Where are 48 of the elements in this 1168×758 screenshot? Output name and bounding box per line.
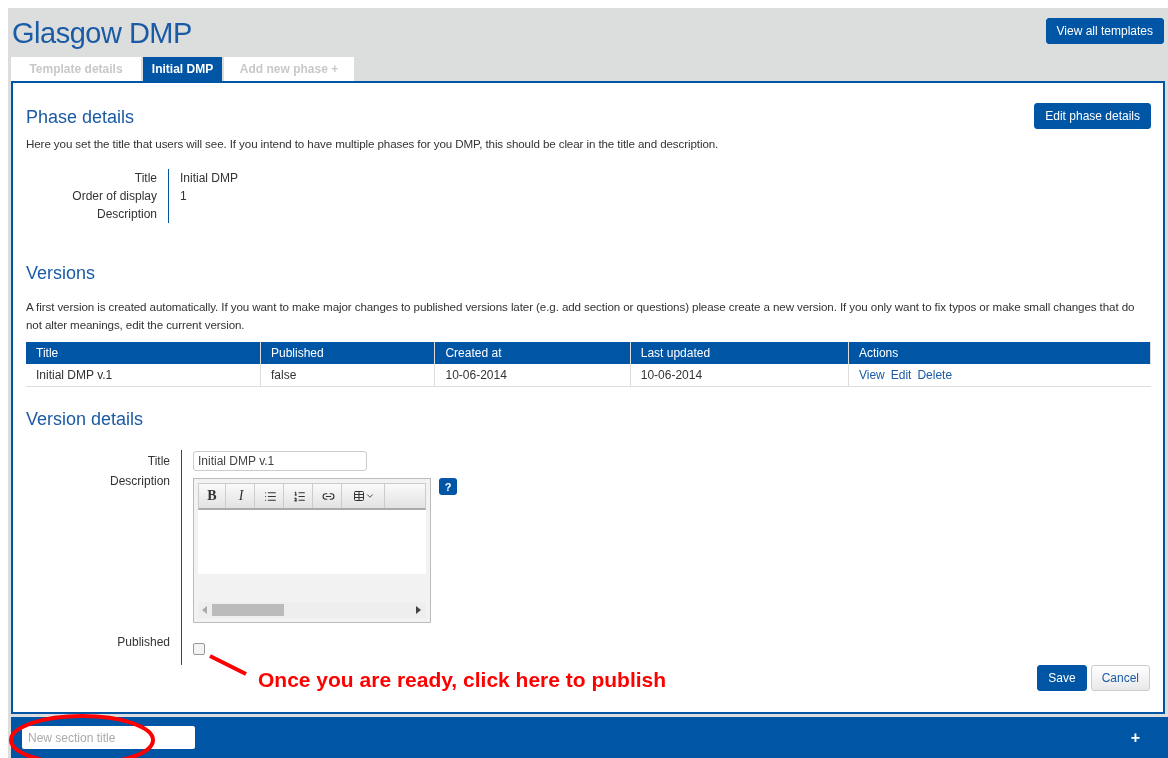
published-checkbox[interactable]	[193, 643, 205, 655]
field-label: Description	[96, 207, 157, 221]
action-link[interactable]: Edit	[890, 368, 912, 382]
scrollbar-thumb[interactable]	[212, 604, 284, 616]
tab[interactable]: Initial DMP	[143, 57, 222, 81]
column-header: Last updated	[630, 342, 849, 364]
table-cell: 10-06-2014	[434, 364, 631, 387]
caret-icon	[365, 491, 375, 501]
field-label: Published	[117, 635, 170, 649]
page-title: Glasgow DMP	[12, 18, 192, 48]
format-button[interactable]: B	[199, 484, 226, 508]
section-heading: Versions	[26, 263, 97, 284]
new-section-title-field[interactable]: New section title	[22, 726, 195, 749]
bullet-list-icon	[263, 489, 277, 503]
column-header: Title	[26, 342, 261, 364]
table-cell: Initial DMP v.1	[26, 364, 261, 387]
field-value: Initial DMP	[180, 171, 238, 185]
action-link[interactable]: View	[858, 368, 885, 382]
field-value: 1	[180, 189, 187, 203]
help-button[interactable]: ?	[439, 478, 457, 495]
annotation-text: Once you are ready, click here to publish	[258, 668, 667, 692]
table-cell: false	[260, 364, 435, 387]
intro-text: Here you set the title that users will see. If you intend to have multiple phases for you DMP, this should be clear in the title and description.	[26, 136, 720, 152]
edit-phase-details-button[interactable]: Edit phase details	[1034, 103, 1151, 129]
column-header: Created at	[434, 342, 631, 364]
column-header: Actions	[848, 342, 1151, 364]
format-button[interactable]: I	[228, 484, 255, 508]
field-label: Title	[147, 454, 170, 468]
title-field[interactable]: Initial DMP v.1	[193, 451, 367, 471]
section-heading: Version details	[26, 409, 145, 430]
field-label: Title	[134, 171, 157, 185]
table-icon	[353, 490, 365, 502]
numbered-list-icon	[292, 489, 306, 503]
table-cell: 10-06-2014	[630, 364, 849, 387]
section-heading: Phase details	[26, 107, 135, 128]
annotation-line	[208, 654, 248, 676]
column-header: Published	[260, 342, 435, 364]
add-section-button[interactable]: +	[1130, 728, 1140, 747]
rich-text-editor[interactable]: B I	[193, 478, 431, 623]
scroll-left-icon	[202, 606, 208, 614]
view-all-templates-button[interactable]: View all templates	[1045, 18, 1164, 44]
action-link[interactable]: Delete	[917, 368, 953, 382]
cancel-button[interactable]: Cancel	[1090, 665, 1150, 691]
field-label: Order of display	[72, 189, 157, 203]
intro-text: A first version is created automatically. If you want to make major changes to published versions later (e.g. add section or questions) please create a new version. If you only want to fix typos or make small changes that do not alter meanings, edit the current version.	[26, 299, 1136, 333]
scroll-right-icon	[416, 606, 422, 614]
field-label: Description	[109, 474, 170, 488]
save-button[interactable]: Save	[1037, 665, 1087, 691]
